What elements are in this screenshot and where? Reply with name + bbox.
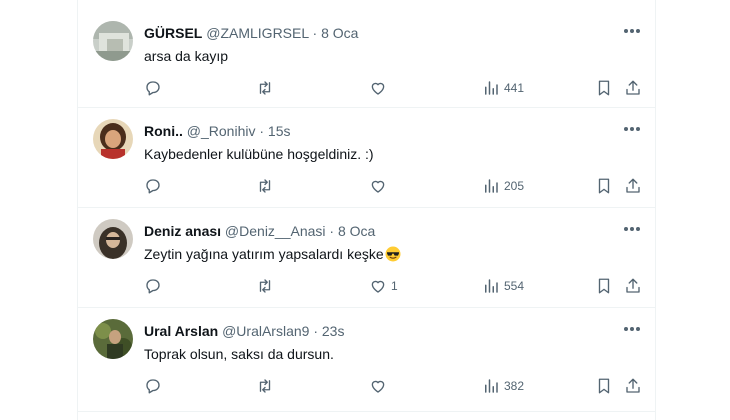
views-chart-icon xyxy=(482,277,500,295)
tweet[interactable]: Ural Arslan @UralArslan9 · 23s Toprak ol… xyxy=(78,308,655,412)
avatar[interactable] xyxy=(93,21,133,61)
retweet-button[interactable] xyxy=(256,376,274,396)
views-button[interactable]: 441 xyxy=(482,78,524,98)
retweet-button[interactable] xyxy=(256,78,274,98)
reply-icon xyxy=(144,377,162,395)
share-icon xyxy=(624,177,642,195)
tweet-text: Kaybedenler kulübüne hoşgeldiniz. :) xyxy=(144,146,374,162)
share-button[interactable] xyxy=(624,78,642,98)
tweet-text-content: Zeytin yağına yatırım yapsalardı keşke xyxy=(144,246,384,262)
heart-icon xyxy=(369,177,387,195)
view-count: 205 xyxy=(504,179,525,193)
more-horizontal-icon[interactable] xyxy=(623,326,641,332)
like-button[interactable] xyxy=(369,176,391,196)
tweet-text: Toprak olsun, saksı da dursun. xyxy=(144,346,334,362)
more-horizontal-icon[interactable] xyxy=(623,226,641,232)
display-name[interactable]: Roni.. xyxy=(144,123,183,139)
reply-feed: GÜRSEL @ZAMLIGRSEL · 8 Oca arsa da kayıp… xyxy=(77,0,656,420)
display-name[interactable]: Ural Arslan xyxy=(144,323,218,339)
reply-button[interactable] xyxy=(144,78,162,98)
bookmark-icon xyxy=(595,277,613,295)
heart-icon xyxy=(369,79,387,97)
bookmark-button[interactable] xyxy=(595,78,613,98)
views-chart-icon xyxy=(482,377,500,395)
timestamp[interactable]: 15s xyxy=(268,123,291,139)
retweet-icon xyxy=(256,277,274,295)
reply-button[interactable] xyxy=(144,176,162,196)
sunglasses-emoji-icon xyxy=(385,246,401,262)
tweet-header: Deniz anası @Deniz__Anasi · 8 Oca xyxy=(144,222,375,240)
retweet-icon xyxy=(256,79,274,97)
action-bar: 441 xyxy=(144,78,644,98)
separator-dot: · xyxy=(329,223,335,239)
views-chart-icon xyxy=(482,79,500,97)
retweet-button[interactable] xyxy=(256,276,274,296)
tweet[interactable]: Roni.. @_Ronihiv · 15s Kaybedenler kulüb… xyxy=(78,108,655,208)
user-handle[interactable]: @UralArslan9 xyxy=(222,323,309,339)
like-button[interactable] xyxy=(369,78,391,98)
heart-icon xyxy=(369,277,387,295)
avatar[interactable] xyxy=(93,219,133,259)
view-count: 382 xyxy=(504,379,525,393)
views-button[interactable]: 554 xyxy=(482,276,524,296)
share-icon xyxy=(624,79,642,97)
user-handle[interactable]: @_Ronihiv xyxy=(187,123,256,139)
more-horizontal-icon[interactable] xyxy=(623,28,641,34)
user-handle[interactable]: @ZAMLIGRSEL xyxy=(206,25,308,41)
tweet[interactable]: Deniz anası @Deniz__Anasi · 8 Oca Zeytin… xyxy=(78,208,655,308)
timestamp[interactable]: 8 Oca xyxy=(321,25,358,41)
separator-dot: · xyxy=(312,25,318,41)
bookmark-icon xyxy=(595,177,613,195)
share-button[interactable] xyxy=(624,376,642,396)
view-count: 441 xyxy=(504,81,525,95)
tweet-header: Roni.. @_Ronihiv · 15s xyxy=(144,122,291,140)
tweet-text: arsa da kayıp xyxy=(144,48,229,64)
timestamp[interactable]: 23s xyxy=(322,323,345,339)
more-horizontal-icon[interactable] xyxy=(623,126,641,132)
separator-dot: · xyxy=(313,323,318,339)
bookmark-icon xyxy=(595,377,613,395)
action-bar: 1 554 xyxy=(144,276,644,296)
reply-button[interactable] xyxy=(144,376,162,396)
bookmark-button[interactable] xyxy=(595,276,613,296)
avatar[interactable] xyxy=(93,119,133,159)
display-name[interactable]: Deniz anası xyxy=(144,223,221,239)
bookmark-button[interactable] xyxy=(595,376,613,396)
separator-dot: · xyxy=(259,123,265,139)
bookmark-icon xyxy=(595,79,613,97)
views-chart-icon xyxy=(482,177,500,195)
retweet-icon xyxy=(256,377,274,395)
reply-icon xyxy=(144,79,162,97)
views-button[interactable]: 205 xyxy=(482,176,524,196)
share-button[interactable] xyxy=(624,276,642,296)
avatar[interactable] xyxy=(93,319,133,359)
like-button[interactable]: 1 xyxy=(369,276,398,296)
like-button[interactable] xyxy=(369,376,391,396)
like-count: 1 xyxy=(391,279,398,293)
share-icon xyxy=(624,377,642,395)
tweet-header: GÜRSEL @ZAMLIGRSEL · 8 Oca xyxy=(144,24,358,42)
display-name[interactable]: GÜRSEL xyxy=(144,25,202,41)
action-bar: 382 xyxy=(144,376,644,396)
tweet[interactable]: GÜRSEL @ZAMLIGRSEL · 8 Oca arsa da kayıp… xyxy=(78,10,655,108)
timestamp[interactable]: 8 Oca xyxy=(338,223,375,239)
tweet-header: Ural Arslan @UralArslan9 · 23s xyxy=(144,322,344,340)
heart-icon xyxy=(369,377,387,395)
retweet-button[interactable] xyxy=(256,176,274,196)
share-icon xyxy=(624,277,642,295)
bookmark-button[interactable] xyxy=(595,176,613,196)
reply-icon xyxy=(144,177,162,195)
reply-button[interactable] xyxy=(144,276,162,296)
view-count: 554 xyxy=(504,279,525,293)
tweet-text: Zeytin yağına yatırım yapsalardı keşke xyxy=(144,244,401,264)
share-button[interactable] xyxy=(624,176,642,196)
reply-icon xyxy=(144,277,162,295)
user-handle[interactable]: @Deniz__Anasi xyxy=(225,223,326,239)
retweet-icon xyxy=(256,177,274,195)
views-button[interactable]: 382 xyxy=(482,376,524,396)
action-bar: 205 xyxy=(144,176,644,196)
